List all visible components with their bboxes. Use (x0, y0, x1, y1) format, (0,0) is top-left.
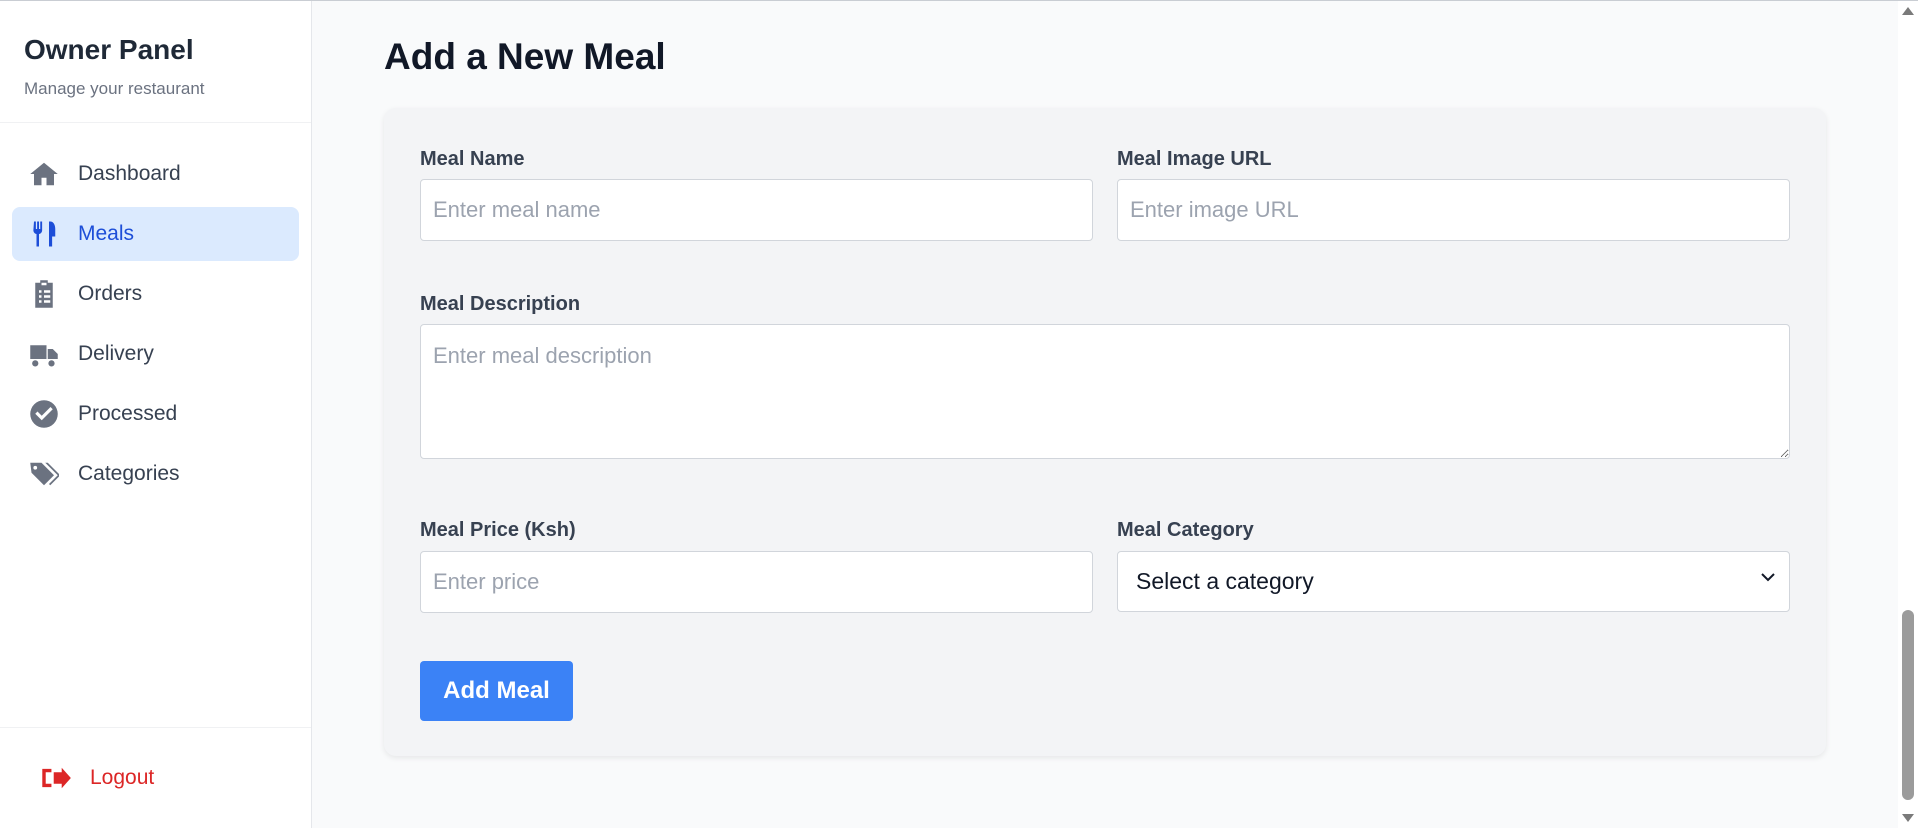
meal-category-label: Meal Category (1117, 519, 1254, 541)
page-scrollbar[interactable] (1898, 1, 1918, 828)
logout-icon (42, 767, 71, 789)
sidebar: Owner Panel Manage your restaurant Dashb… (0, 1, 312, 828)
meal-image-url-label: Meal Image URL (1117, 148, 1272, 170)
sidebar-item-label: Dashboard (78, 162, 181, 185)
meal-description-textarea[interactable] (420, 324, 1790, 459)
check-circle-icon (28, 398, 60, 430)
scroll-down-arrow-icon[interactable] (1902, 814, 1914, 822)
logout-label: Logout (90, 766, 155, 789)
sidebar-item-label: Delivery (78, 342, 154, 365)
meal-category-selected: Select a category (1136, 568, 1314, 594)
utensils-icon (28, 218, 60, 250)
sidebar-item-orders[interactable]: Orders (12, 267, 299, 321)
sidebar-item-delivery[interactable]: Delivery (12, 327, 299, 381)
tags-icon (28, 458, 60, 490)
meal-name-label: Meal Name (420, 148, 525, 170)
meal-name-input[interactable] (420, 179, 1093, 241)
panel-title: Owner Panel (24, 34, 194, 65)
sidebar-item-label: Processed (78, 402, 178, 425)
meal-price-label: Meal Price (Ksh) (420, 519, 576, 541)
meal-image-url-input[interactable] (1117, 179, 1790, 241)
sidebar-item-dashboard[interactable]: Dashboard (12, 147, 299, 201)
sidebar-footer: Logout (0, 727, 311, 828)
add-meal-button[interactable]: Add Meal (420, 661, 573, 721)
clipboard-icon (28, 278, 60, 310)
sidebar-item-categories[interactable]: Categories (12, 447, 299, 501)
add-meal-form: Meal Name Meal Image URL Meal Descriptio… (384, 108, 1826, 756)
sidebar-item-label: Orders (78, 282, 143, 305)
home-icon (28, 158, 60, 190)
scrollbar-thumb[interactable] (1902, 610, 1914, 800)
sidebar-nav: Dashboard Meals Orders Delivery Processe… (12, 147, 299, 507)
panel-subtitle: Manage your restaurant (24, 79, 205, 98)
scroll-up-arrow-icon[interactable] (1902, 7, 1914, 15)
sidebar-item-processed[interactable]: Processed (12, 387, 299, 441)
sidebar-header: Owner Panel Manage your restaurant (0, 1, 311, 123)
sidebar-item-label: Categories (78, 462, 180, 485)
logout-button[interactable]: Logout (40, 764, 154, 792)
meal-category-select[interactable]: Select a category (1117, 551, 1790, 612)
meal-description-label: Meal Description (420, 293, 581, 315)
meal-price-input[interactable] (420, 551, 1093, 613)
chevron-down-icon (1761, 573, 1775, 582)
truck-icon (28, 338, 60, 370)
sidebar-item-label: Meals (78, 222, 135, 245)
page-title: Add a New Meal (384, 36, 666, 77)
sidebar-item-meals[interactable]: Meals (12, 207, 299, 261)
